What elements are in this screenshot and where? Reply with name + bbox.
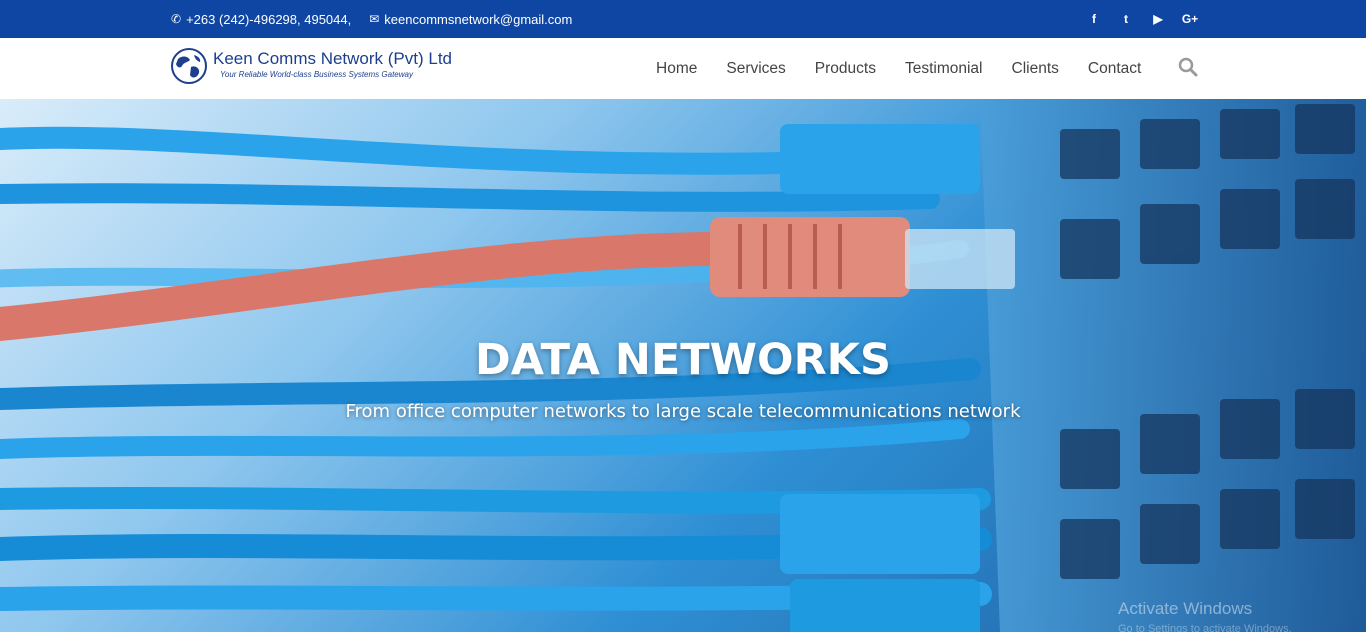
facebook-icon[interactable]: f [1078,12,1110,26]
envelope-icon: ✉ [369,12,380,26]
nav-menu: Home Services Products Testimonial Clien… [641,38,1198,99]
hero-banner: DATA NETWORKS From office computer netwo… [0,99,1366,632]
activate-windows-hint: Go to Settings to activate Windows. [1118,623,1292,632]
nav-item-products[interactable]: Products [815,60,876,78]
site-logo[interactable]: Keen Comms Network (Pvt) Ltd Your Reliab… [170,46,452,86]
hero-title: DATA NETWORKS [475,335,891,385]
brand-name: Keen Comms Network (Pvt) Ltd [213,49,453,68]
email-link[interactable]: keencommsnetwork@gmail.com [384,12,572,27]
youtube-icon[interactable]: ▶ [1142,12,1174,26]
phone-number[interactable]: +263 (242)-496298, 495044, [186,12,351,27]
google-plus-icon[interactable]: G+ [1174,12,1206,26]
top-contact-bar: ✆ +263 (242)-496298, 495044, ✉ keencomms… [0,0,1366,38]
nav-item-home[interactable]: Home [656,60,697,78]
search-icon[interactable] [1178,57,1198,77]
nav-item-services[interactable]: Services [726,60,785,78]
activate-windows-watermark: Activate Windows [1118,599,1253,618]
phone-icon: ✆ [171,12,182,26]
hero-subtitle: From office computer networks to large s… [345,401,1021,422]
nav-item-clients[interactable]: Clients [1012,60,1059,78]
main-navbar: Keen Comms Network (Pvt) Ltd Your Reliab… [0,38,1366,99]
nav-item-testimonial[interactable]: Testimonial [905,60,983,78]
brand-tagline: Your Reliable World-class Business Syste… [220,70,413,79]
nav-item-contact[interactable]: Contact [1088,60,1141,78]
twitter-icon[interactable]: t [1110,12,1142,26]
globe-logo-icon [171,48,207,84]
contact-info: ✆ +263 (242)-496298, 495044, ✉ keencomms… [171,0,572,38]
social-links: f t ▶ G+ [1078,0,1206,38]
